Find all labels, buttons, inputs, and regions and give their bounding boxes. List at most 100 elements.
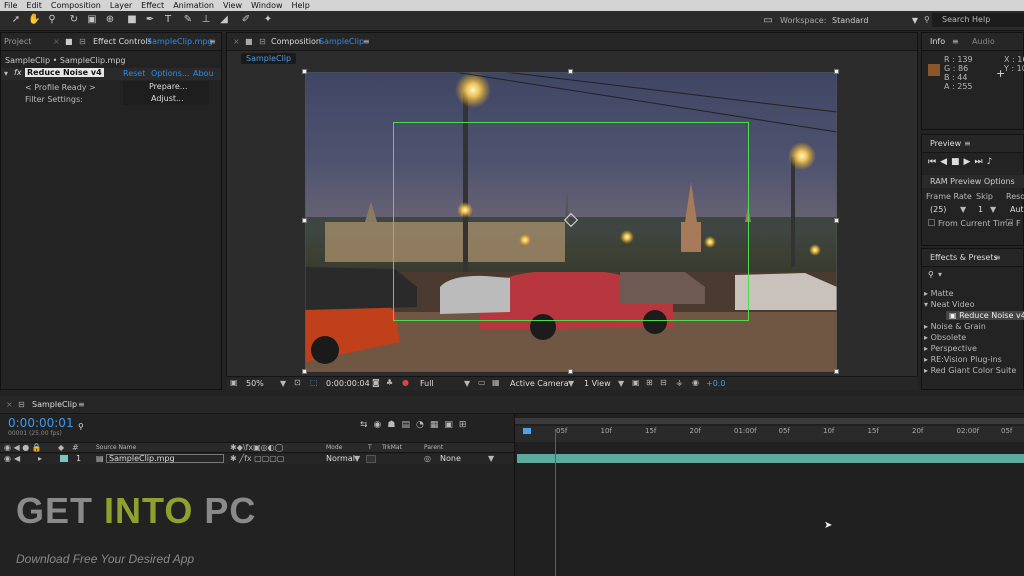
flowchart-icon[interactable]: ⚶ bbox=[676, 378, 683, 387]
hand-tool-icon[interactable]: ✋ bbox=[28, 14, 40, 26]
chevron-down-icon[interactable]: ▼ bbox=[464, 379, 470, 388]
lock-icon[interactable]: ■ bbox=[245, 33, 253, 51]
chevron-down-icon[interactable]: ▼ bbox=[280, 379, 286, 388]
camera-select[interactable]: Active Camera bbox=[510, 379, 569, 388]
graph-editor-icon[interactable]: ▦ bbox=[430, 420, 445, 430]
tab-effect-controls[interactable]: Effect Controls bbox=[93, 33, 152, 51]
transform-handle[interactable] bbox=[834, 218, 839, 223]
parent-pickwhip-icon[interactable]: ◎ bbox=[424, 454, 431, 463]
compositions-icon[interactable]: ⇆ bbox=[360, 420, 374, 430]
view-layout-select[interactable]: 1 View bbox=[584, 379, 611, 388]
region-of-interest-icon[interactable]: ▭ bbox=[478, 378, 486, 387]
search-help-field[interactable]: ⚲ Search Help bbox=[924, 13, 1024, 27]
frame-rate-select[interactable]: (25) bbox=[930, 205, 946, 214]
transform-handle[interactable] bbox=[302, 369, 307, 374]
list-item[interactable]: ▸ RE:Vision Plug-ins bbox=[924, 355, 1002, 364]
menu-item-layer[interactable]: Layer bbox=[110, 1, 132, 10]
rotation-tool-icon[interactable]: ↻ bbox=[68, 14, 80, 26]
layer-duration-bar[interactable] bbox=[517, 454, 1024, 463]
transform-handle[interactable] bbox=[834, 69, 839, 74]
safe-zones-icon[interactable]: ⊡ bbox=[294, 378, 301, 387]
transform-handle[interactable] bbox=[302, 69, 307, 74]
chevron-down-icon[interactable]: ▼ bbox=[488, 454, 494, 463]
shy-icon[interactable]: ☗ bbox=[387, 420, 401, 430]
menu-item-view[interactable]: View bbox=[223, 1, 242, 10]
timeline-icon[interactable]: ⊟ bbox=[660, 378, 667, 387]
list-item[interactable]: ▣ Reduce Noise v4 bbox=[946, 311, 1024, 320]
effect-row[interactable]: ▾ fx Reduce Noise v4 Reset Options... Ab… bbox=[1, 68, 221, 80]
exposure-value[interactable]: +0.0 bbox=[706, 379, 725, 388]
prev-frame-icon[interactable]: ◀ bbox=[940, 157, 951, 167]
panel-menu-icon[interactable]: ≡ bbox=[78, 400, 85, 409]
list-item[interactable]: ▸ Obsolete bbox=[924, 333, 966, 342]
menu-item-animation[interactable]: Animation bbox=[173, 1, 214, 10]
zoom-tool-icon[interactable]: ⚲ bbox=[46, 14, 58, 26]
roto-brush-tool-icon[interactable]: ✐ bbox=[240, 14, 252, 26]
motion-blur-icon[interactable]: ◔ bbox=[416, 420, 430, 430]
about-link[interactable]: Abou bbox=[193, 69, 214, 78]
tab-effects-presets[interactable]: Effects & Presets bbox=[930, 249, 998, 267]
live-update-icon[interactable]: ⊞ bbox=[459, 420, 473, 430]
first-frame-icon[interactable]: ⏮ bbox=[928, 157, 940, 167]
panel-menu-icon[interactable]: ≡ bbox=[964, 135, 971, 153]
tab-audio[interactable]: Audio bbox=[972, 33, 995, 51]
list-item[interactable]: ▸ Red Giant Color Suite bbox=[924, 366, 1016, 375]
chevron-down-icon[interactable]: ▾ bbox=[938, 270, 942, 279]
tab-effect-clip[interactable]: SampleClip.mpg bbox=[147, 33, 213, 51]
menu-item-composition[interactable]: Composition bbox=[51, 1, 101, 10]
tab-info[interactable]: Info bbox=[930, 33, 945, 51]
list-item[interactable]: ▸ Perspective bbox=[924, 344, 977, 353]
options-link[interactable]: Options... bbox=[151, 69, 190, 78]
zoom-level[interactable]: 50% bbox=[246, 379, 264, 388]
pan-behind-tool-icon[interactable]: ⊕ bbox=[104, 14, 116, 26]
from-current-checkbox[interactable] bbox=[928, 219, 935, 226]
camera-tool-icon[interactable]: ▣ bbox=[86, 14, 98, 26]
audio-icon[interactable]: ◀ bbox=[14, 454, 20, 463]
panel-menu-icon[interactable]: ≡ bbox=[994, 249, 1001, 267]
show-snapshot-icon[interactable]: ♣ bbox=[386, 378, 393, 387]
list-item[interactable]: ▸ Matte bbox=[924, 289, 954, 298]
close-icon[interactable]: × bbox=[6, 400, 13, 409]
always-preview-icon[interactable]: ▣ bbox=[230, 378, 238, 387]
stop-icon[interactable]: ■ bbox=[951, 157, 964, 167]
panel-menu-icon[interactable]: ≡ bbox=[952, 33, 959, 51]
timeline-timecode[interactable]: 0:00:00:01 bbox=[8, 416, 74, 430]
menu-item-help[interactable]: Help bbox=[292, 1, 310, 10]
full-screen-checkbox[interactable] bbox=[1006, 219, 1013, 226]
label-color-swatch[interactable] bbox=[60, 455, 68, 462]
lock-icon[interactable]: ■ bbox=[65, 33, 73, 51]
visibility-icon[interactable]: ◉ bbox=[4, 454, 11, 463]
layer-name[interactable]: SampleClip.mpg bbox=[106, 454, 224, 463]
eraser-tool-icon[interactable]: ◢ bbox=[218, 14, 230, 26]
current-time[interactable]: 0:00:00:04 bbox=[326, 379, 370, 388]
search-icon[interactable]: ⚲ bbox=[928, 270, 934, 279]
disclosure-triangle-icon[interactable]: ▾ bbox=[4, 69, 8, 78]
search-icon[interactable]: ⚲ bbox=[78, 422, 84, 431]
reset-link[interactable]: Reset bbox=[123, 69, 145, 78]
menu-item-effect[interactable]: Effect bbox=[141, 1, 164, 10]
transform-handle[interactable] bbox=[568, 369, 573, 374]
mute-icon[interactable]: ♪ bbox=[987, 157, 997, 167]
layer-parent-select[interactable]: None bbox=[440, 454, 461, 463]
layer-mode-select[interactable]: Normal bbox=[326, 454, 355, 463]
tab-composition-clip[interactable]: SampleClip bbox=[319, 33, 364, 51]
layer-switches[interactable]: ✱ ╱fx ▢▢▢▢ bbox=[230, 454, 284, 463]
panel-menu-icon[interactable]: ≡ bbox=[209, 33, 216, 51]
list-item[interactable]: ▸ Noise & Grain bbox=[924, 322, 986, 331]
close-icon[interactable]: × bbox=[233, 33, 240, 51]
tab-project[interactable]: Project bbox=[4, 33, 31, 51]
chevron-down-icon[interactable]: ▼ bbox=[990, 205, 996, 214]
comp-subtab[interactable]: SampleClip bbox=[241, 53, 297, 64]
next-frame-icon[interactable]: ▶ bbox=[964, 157, 975, 167]
close-icon[interactable]: × bbox=[53, 33, 60, 51]
table-row[interactable]: ◉ ◀ ▸ 1 ▤ SampleClip.mpg ✱ ╱fx ▢▢▢▢ Norm… bbox=[0, 454, 514, 464]
last-frame-icon[interactable]: ⏭ bbox=[974, 157, 986, 167]
disclosure-triangle-icon[interactable]: ▸ bbox=[38, 454, 42, 463]
type-tool-icon[interactable]: T bbox=[162, 14, 174, 26]
current-time-indicator[interactable] bbox=[555, 429, 556, 576]
resolution-select[interactable]: Full bbox=[420, 379, 434, 388]
panel-menu-icon[interactable]: ≡ bbox=[363, 33, 370, 51]
menu-item-file[interactable]: File bbox=[4, 1, 17, 10]
timeline-tracks[interactable] bbox=[514, 414, 1024, 576]
trkmat-select[interactable] bbox=[366, 455, 376, 463]
